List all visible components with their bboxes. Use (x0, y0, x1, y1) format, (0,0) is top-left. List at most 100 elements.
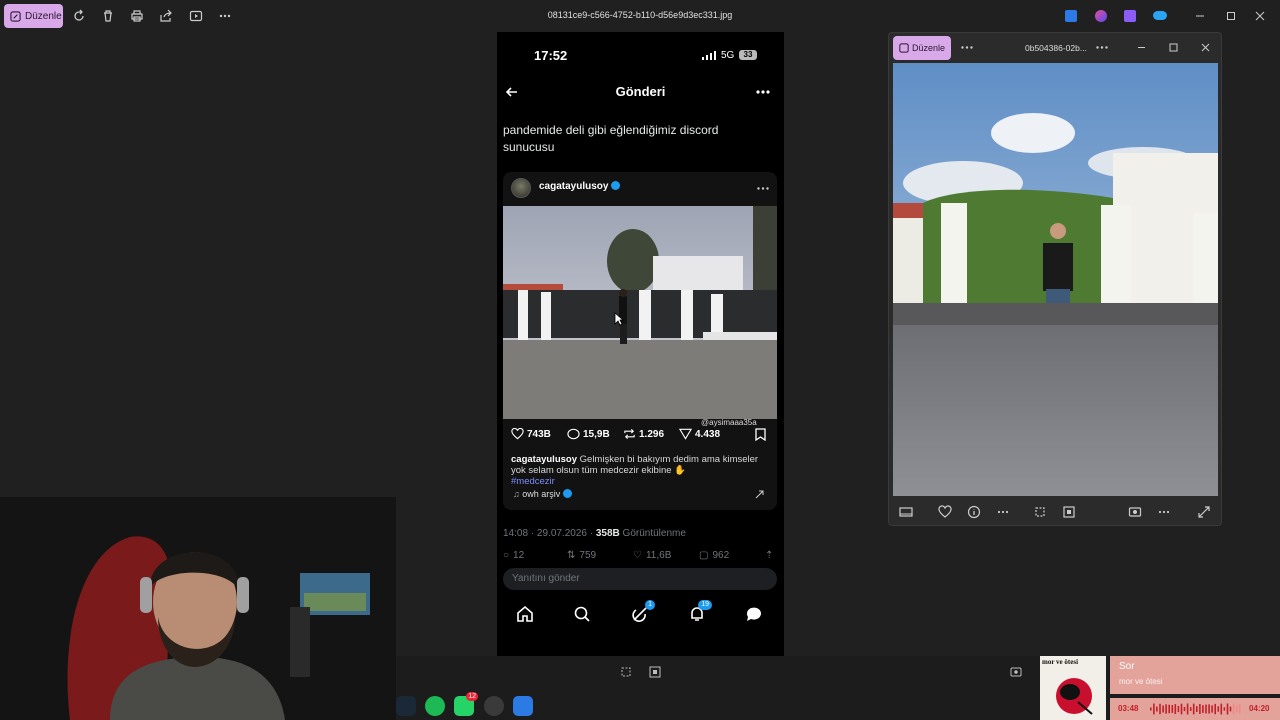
viewer-photo[interactable] (893, 63, 1218, 496)
notifications-icon[interactable]: 19 (688, 600, 712, 623)
print-icon[interactable] (129, 8, 145, 24)
viewer-overflow-icon[interactable] (1157, 505, 1171, 519)
repost-icon (624, 428, 635, 440)
app-icon[interactable] (513, 696, 533, 716)
more-options-icon[interactable] (756, 90, 770, 94)
post-text: pandemide deli gibi eğlendiğimiz discord… (503, 123, 719, 154)
viewer-title-more-icon[interactable] (1096, 46, 1108, 49)
whatsapp-icon[interactable]: 12 (454, 692, 478, 716)
search-icon[interactable] (573, 605, 591, 623)
whatsapp-badge: 12 (466, 692, 478, 701)
grok-icon[interactable]: 1 (631, 600, 655, 623)
edit-button-label: Düzenle (25, 10, 62, 22)
heart-icon: ♡ (633, 550, 642, 561)
edit-button[interactable]: Düzenle (4, 4, 63, 28)
like-action[interactable]: ♡ 11,6B (633, 550, 671, 561)
viewer-more-icon[interactable] (961, 46, 973, 49)
embed-username[interactable]: cagatayulusoy (539, 181, 621, 192)
waveform-bar (1171, 705, 1174, 713)
heart-icon (511, 428, 524, 440)
viewer-edit-button[interactable]: Düzenle (893, 36, 951, 60)
waveform-bar (1150, 707, 1152, 711)
video-thumbnail[interactable] (503, 206, 777, 419)
network-label: 5G (721, 50, 735, 61)
rotate-icon[interactable] (71, 8, 87, 24)
fit-icon[interactable] (1062, 505, 1076, 519)
embed-caption: cagatayulusoy Gelmişken bi bakıyım dedim… (511, 454, 759, 487)
bookmark-icon[interactable] (755, 428, 766, 441)
phone-screenshot: 17:52 5G 33 Gönderi pandemide deli gibi … (497, 32, 784, 656)
expand-icon[interactable] (755, 490, 764, 499)
post-actions: ○ 12 ⇅ 759 ♡ 11,6B ▢ 962 ⇡ (503, 550, 779, 564)
waveform-bar (1238, 704, 1241, 714)
repost-action[interactable]: ⇅ 759 (567, 550, 596, 561)
screenshot-icon[interactable] (1128, 505, 1142, 519)
waveform-bar (1174, 704, 1177, 714)
crop-icon[interactable] (1033, 505, 1047, 519)
audio-waveform (1150, 703, 1241, 715)
comments-stat[interactable]: 15,9B (567, 428, 610, 440)
steam-icon[interactable] (396, 696, 416, 716)
waveform-bar (1214, 703, 1216, 715)
close-icon[interactable] (1252, 8, 1268, 24)
waveform-bar (1183, 706, 1186, 712)
waveform-bar (1199, 704, 1201, 714)
waveform-bar (1156, 706, 1158, 712)
waveform-bar (1220, 703, 1223, 715)
filmstrip-icon[interactable] (899, 505, 913, 519)
crop-icon[interactable] (620, 666, 632, 678)
reply-input[interactable]: Yanıtını gönder (503, 568, 777, 590)
embed-more-icon[interactable] (757, 187, 769, 190)
viewer-minimize-icon[interactable] (1137, 43, 1146, 52)
spotify-icon[interactable] (425, 696, 445, 716)
share-action[interactable]: ⇡ (765, 550, 773, 561)
viewer-maximize-icon[interactable] (1169, 43, 1178, 52)
info-icon[interactable] (967, 505, 981, 519)
waveform-bar (1186, 703, 1189, 715)
share-icon[interactable] (158, 8, 174, 24)
likes-stat[interactable]: 743B (511, 428, 551, 440)
waveform-bar (1189, 707, 1192, 711)
messages-icon[interactable] (745, 605, 763, 623)
waveform-bar (1229, 706, 1232, 712)
copilot-icon[interactable] (1095, 10, 1107, 22)
settings-icon[interactable] (484, 696, 504, 716)
embedded-post[interactable]: cagatayulusoy @aysimaaa35a 743B 15,9B 1.… (503, 172, 777, 510)
webcam-overlay (0, 497, 396, 720)
favorite-icon[interactable] (938, 505, 952, 519)
mouse-cursor-icon (614, 312, 624, 326)
tiktok-watermark: @aysimaaa35a (701, 418, 757, 427)
edit-icon (899, 43, 909, 53)
reposts-stat[interactable]: 1.296 (623, 428, 664, 440)
waveform-bar (1226, 703, 1229, 715)
delete-icon[interactable] (100, 8, 116, 24)
edit-icon (10, 10, 21, 22)
shares-stat[interactable]: 4.438 (679, 428, 720, 440)
fit-icon[interactable] (649, 666, 661, 678)
album-art[interactable]: mor ve ötesi (1040, 656, 1106, 720)
avatar[interactable] (511, 178, 531, 198)
reply-action[interactable]: ○ 12 (503, 550, 524, 561)
bookmark-icon: ▢ (699, 550, 709, 561)
minimize-icon[interactable] (1192, 8, 1208, 24)
app-icon[interactable] (1065, 10, 1077, 22)
waveform-bar (1235, 705, 1238, 713)
waveform-bar (1211, 705, 1213, 713)
onedrive-icon[interactable] (1153, 11, 1167, 20)
fullscreen-icon[interactable] (1197, 505, 1211, 519)
hashtag-link[interactable]: #medcezir (511, 476, 555, 487)
viewer-close-icon[interactable] (1201, 43, 1210, 52)
home-icon[interactable] (516, 605, 534, 623)
maximize-icon[interactable] (1223, 8, 1239, 24)
embed-stats: 743B 15,9B 1.296 4.438 (511, 428, 771, 446)
waveform-bar (1162, 705, 1164, 713)
more-icon[interactable] (217, 8, 233, 24)
sound-label[interactable]: ♫ owh arşiv (513, 489, 573, 499)
screenshot-icon[interactable] (1010, 666, 1022, 678)
slideshow-icon[interactable] (188, 8, 204, 24)
clipchamp-icon[interactable] (1124, 10, 1136, 22)
more-options-icon[interactable] (996, 505, 1010, 519)
elapsed-time: 03:48 (1118, 704, 1139, 713)
comment-icon (567, 428, 580, 440)
bookmark-action[interactable]: ▢ 962 (699, 550, 729, 561)
